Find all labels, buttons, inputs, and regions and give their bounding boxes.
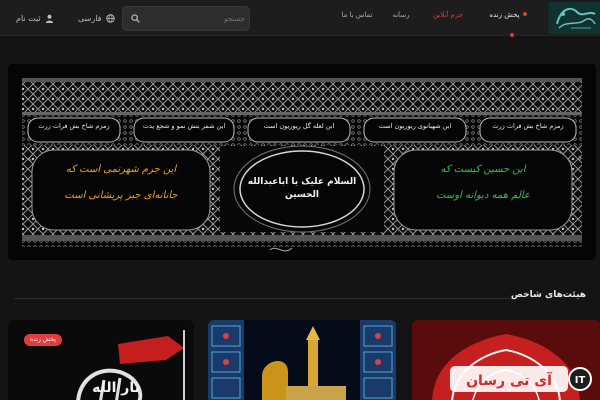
search-box <box>122 6 250 31</box>
hero-banner[interactable]: زمزم شاخ بش فرات زرت ابن شمر بتش نمو و ش… <box>8 64 596 260</box>
logo-emblem <box>556 7 596 29</box>
banner-left-verse-1: این جرم شهرنمی است که <box>65 164 177 175</box>
banner-right-verse-2: عالم همه دیوانه اوست <box>436 190 530 201</box>
banner-left-verse-2: جانانه‌ای جبر پریشانی است <box>64 190 178 201</box>
banner-header-text-4: ابن شهبانوی ریوریون است <box>378 122 452 130</box>
banner-next-arrow-icon[interactable]: › <box>574 150 586 166</box>
nav-live-label: پخش زنده <box>489 11 520 19</box>
nav-live[interactable]: پخش زنده <box>484 11 532 37</box>
card-2-artwork <box>208 320 396 400</box>
svg-text:آی تی رسان: آی تی رسان <box>466 371 553 389</box>
top-navigation-bar: ثبت نام فارسی تماس با ما رسانه حرم آنلای… <box>0 0 600 37</box>
language-selector[interactable]: فارسی <box>78 10 115 26</box>
banner-center-calligraphy: السلام علیک یا اباعبدالله الحسین <box>247 177 357 200</box>
banner-artwork <box>22 78 582 252</box>
search-input[interactable] <box>147 7 245 30</box>
language-label: فارسی <box>78 13 102 23</box>
card-1-calligraphy: ثار الله <box>92 380 140 396</box>
svg-text:IT: IT <box>575 375 586 386</box>
site-logo[interactable] <box>548 2 600 34</box>
nav-shrine-online[interactable]: حرم آنلاین <box>422 11 474 25</box>
banner-header-text-5: زمزم شاخ بش فرات زرت <box>492 122 564 130</box>
signup-label: ثبت نام <box>16 13 41 23</box>
search-icon[interactable] <box>131 14 140 23</box>
section-title: هیئت‌های شاخص <box>510 290 586 300</box>
live-badge: پخش زنده <box>24 334 62 346</box>
watermark-logo: آی تی رسان IT <box>450 366 592 392</box>
globe-icon <box>105 13 115 23</box>
banner-right-verse-1: این حسین کیست که <box>440 164 526 175</box>
section-divider <box>14 298 514 299</box>
banner-header-text-3: ابن لعله گل ریوریون است <box>263 122 335 130</box>
banner-prev-arrow-icon[interactable]: ‹ <box>24 150 36 166</box>
live-dot-icon <box>522 12 527 16</box>
banner-header-text-2: ابن شمر بتش نمو و شجع یدت <box>142 122 226 130</box>
watermark: آی تی رسان IT <box>428 358 598 398</box>
nav-contact[interactable]: تماس با ما <box>334 11 380 25</box>
hey-at-card-2[interactable] <box>208 320 396 400</box>
user-icon <box>45 14 53 23</box>
hey-at-card-1[interactable]: پخش زنده ثار الله <box>8 320 194 400</box>
active-indicator <box>510 33 514 37</box>
banner-header-text-1: زمزم شاخ بش فرات زرت <box>38 122 110 130</box>
nav-media[interactable]: رسانه <box>384 11 418 25</box>
signup-link[interactable]: ثبت نام <box>16 10 54 26</box>
